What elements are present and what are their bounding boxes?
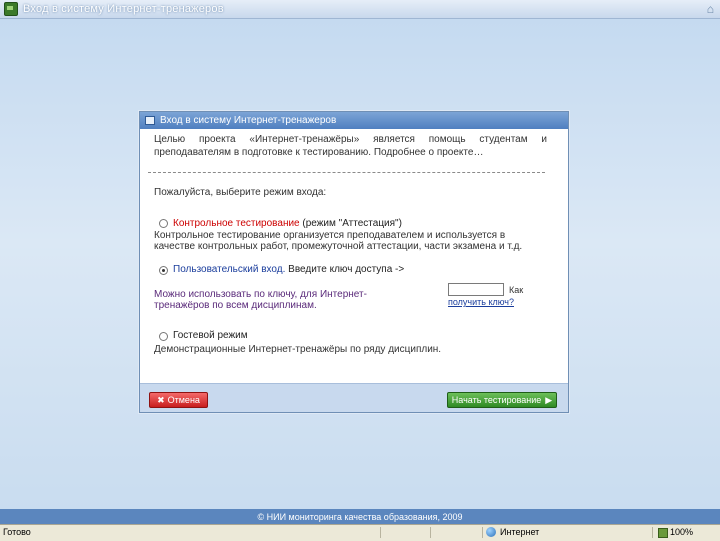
- access-key-input[interactable]: [448, 283, 504, 296]
- option-suffix: Введите ключ доступа ->: [288, 264, 405, 275]
- start-label: Начать тестирование: [451, 395, 542, 405]
- copyright-text: © НИИ мониторинга качества образования, …: [257, 511, 463, 522]
- option-description: Демонстрационные Интернет-тренажёры по р…: [154, 344, 442, 355]
- option-title: Контрольное тестирование: [173, 218, 300, 229]
- dialog-title: Вход в систему Интернет-тренажеров: [160, 115, 337, 126]
- option-description: Можно использовать по ключу, для Интерне…: [154, 289, 367, 311]
- option-suffix: (режим "Аттестация"): [302, 218, 402, 229]
- close-icon: ✖: [157, 394, 165, 405]
- start-testing-button[interactable]: Начать тестирование ▶: [447, 392, 557, 408]
- intro-text: Целью проекта «Интернет-тренажёры» являе…: [154, 134, 547, 158]
- copyright-bar: © НИИ мониторинга качества образования, …: [0, 509, 720, 524]
- dialog-body: Целью проекта «Интернет-тренажёры» являе…: [148, 131, 560, 377]
- how-to-get-key-link[interactable]: получить ключ?: [448, 297, 514, 307]
- browser-titlebar: Вход в систему Интернет-тренажеров ⌂: [0, 0, 720, 19]
- divider: [148, 172, 545, 173]
- status-divider: [482, 527, 483, 538]
- radio-control-testing[interactable]: [159, 219, 168, 228]
- dialog-footer: ✖ Отмена Начать тестирование ▶: [140, 383, 568, 412]
- arrow-right-icon: ▶: [545, 394, 553, 405]
- cancel-button[interactable]: ✖ Отмена: [149, 392, 208, 408]
- browser-statusbar: Готово Интернет 100%: [0, 524, 720, 541]
- radio-user-login[interactable]: [159, 266, 168, 275]
- window-square-icon: [145, 116, 155, 125]
- how-to-get-text: Как: [509, 285, 524, 295]
- status-divider: [652, 527, 653, 538]
- app-icon: [4, 2, 18, 16]
- status-text: Готово: [3, 527, 31, 537]
- login-dialog: Вход в систему Интернет-тренажеров Целью…: [139, 111, 569, 413]
- lock-icon: [658, 528, 668, 538]
- globe-icon: [486, 527, 496, 537]
- option-control-testing[interactable]: Контрольное тестирование (режим "Аттеста…: [173, 218, 402, 229]
- cancel-label: Отмена: [167, 395, 200, 405]
- radio-guest-mode[interactable]: [159, 332, 168, 341]
- option-title: Гостевой режим: [173, 330, 248, 341]
- option-description: Контрольное тестирование организуется пр…: [154, 230, 523, 252]
- option-title: Пользовательский вход.: [173, 264, 286, 275]
- window-title: Вход в систему Интернет-тренажеров: [23, 3, 224, 15]
- option-guest-mode[interactable]: Гостевой режим: [173, 330, 248, 341]
- home-icon[interactable]: ⌂: [707, 2, 714, 16]
- dialog-header: Вход в систему Интернет-тренажеров: [140, 112, 568, 129]
- zoom-level[interactable]: 100%: [670, 527, 693, 537]
- security-zone: Интернет: [500, 527, 540, 537]
- status-divider: [430, 527, 431, 538]
- mode-prompt: Пожалуйста, выберите режим входа:: [154, 187, 327, 198]
- status-divider: [380, 527, 381, 538]
- option-user-login[interactable]: Пользовательский вход. Введите ключ дост…: [173, 264, 404, 275]
